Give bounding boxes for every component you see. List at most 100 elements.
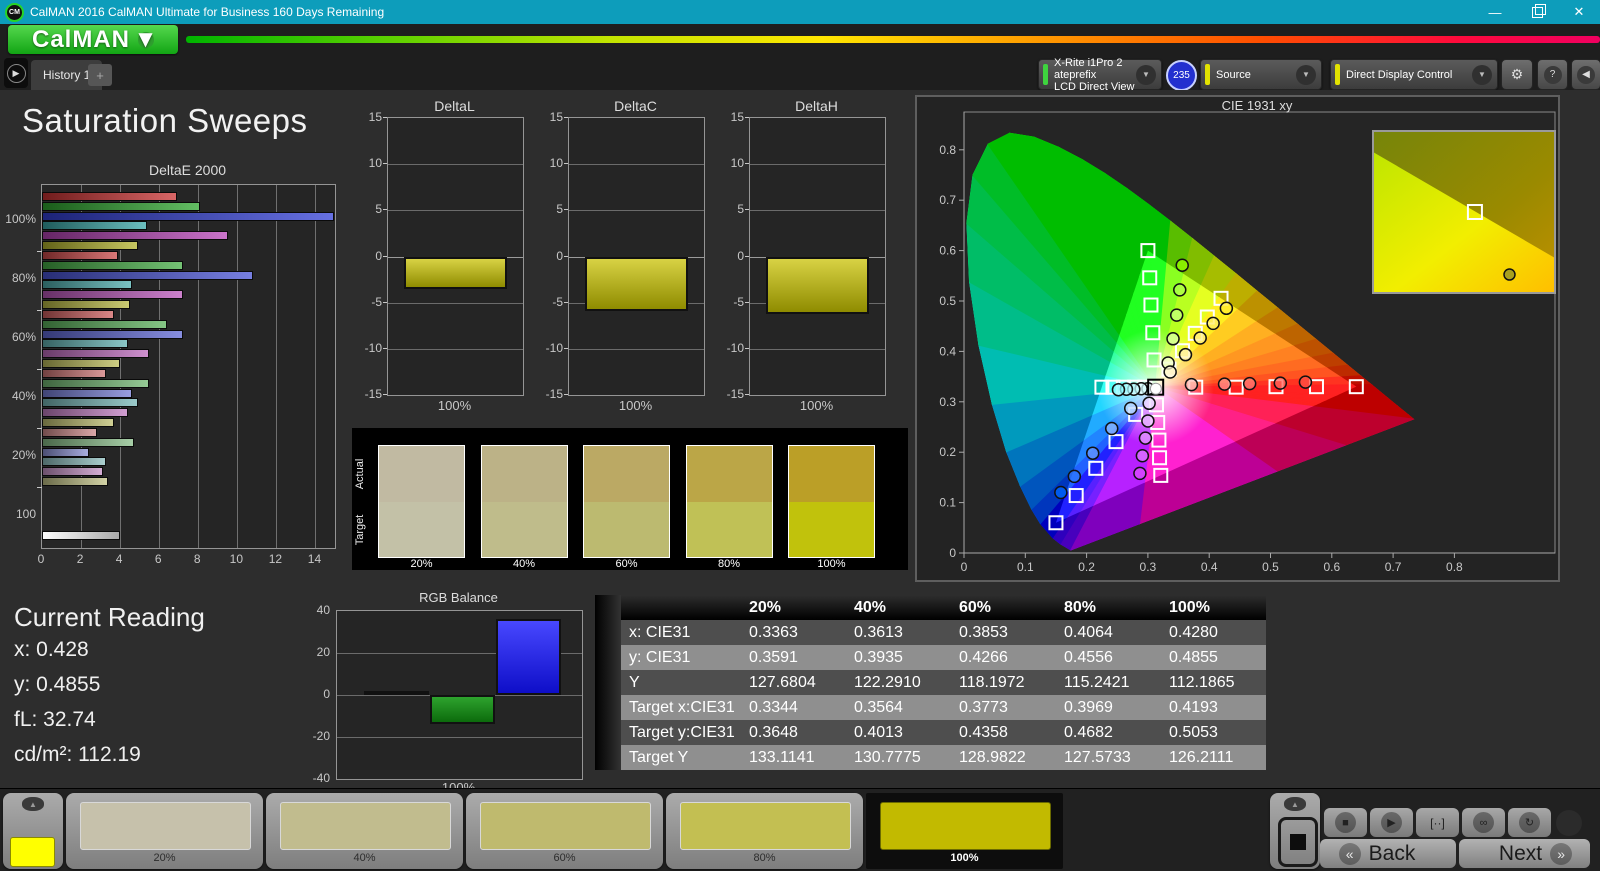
- group-label: 80%: [11, 271, 36, 285]
- group-label: 40%: [11, 389, 36, 403]
- measured-red: [1273, 376, 1288, 390]
- meter-status-bar: [1043, 64, 1048, 85]
- y-tick-label: 10: [549, 156, 563, 171]
- x-tick-label: 14: [307, 552, 322, 566]
- measured-blue: [1104, 421, 1119, 436]
- chart-title: DeltaC: [614, 98, 657, 114]
- patch-actual: [686, 446, 772, 502]
- restore-button[interactable]: [1516, 0, 1558, 24]
- cell-value: 0.4556: [1056, 645, 1161, 670]
- cell-value: 127.6804: [741, 670, 846, 695]
- meter-dropdown[interactable]: X-Rite i1Pro 2 ateprefix LCD Direct View …: [1038, 57, 1162, 93]
- patch-20%: [378, 445, 465, 558]
- axis-tick: [745, 394, 749, 395]
- help-button[interactable]: ?: [1537, 59, 1568, 90]
- measured-magenta: [1141, 414, 1155, 428]
- column-header: 40%: [854, 598, 887, 616]
- row-label: Y: [621, 670, 741, 695]
- patch-button-100%[interactable]: 100%: [866, 793, 1063, 869]
- cell-value: 118.1972: [951, 670, 1056, 695]
- y-tick-label: 15: [368, 110, 382, 124]
- measured-blue: [1067, 469, 1082, 484]
- deltae2000-chart: DeltaE 2000 0 2 4 6 8 10 12 14 100% 80% 60% 40% 20% 10…: [0, 162, 340, 566]
- bar-red-100%: [42, 192, 177, 201]
- calman-menu-button[interactable]: CalMAN ▼: [8, 25, 178, 54]
- patch-button-80%[interactable]: 80%: [666, 793, 863, 869]
- cell-value: 122.2910: [846, 670, 951, 695]
- workflow-nav-button[interactable]: ▶: [4, 58, 28, 88]
- cell-value: 0.3344: [741, 695, 846, 720]
- measured-red: [1242, 376, 1257, 391]
- chevron-down-icon: ▼: [1296, 64, 1316, 85]
- help-icon: ?: [1543, 65, 1562, 84]
- close-button[interactable]: ✕: [1558, 0, 1600, 24]
- y-tick-label: 5: [556, 202, 563, 217]
- bar-blue-80%: [42, 270, 253, 280]
- rgb-plot-area: [336, 610, 583, 780]
- measured-cyan: [1111, 382, 1126, 397]
- table-header-empty: [621, 595, 741, 620]
- display-control-dropdown[interactable]: Direct Display Control ▼: [1330, 59, 1498, 90]
- white-point-measured: [1149, 382, 1162, 395]
- row-accent: [595, 745, 621, 770]
- chevron-down-icon: ▼: [133, 25, 159, 53]
- bar-yellow-80%: [42, 300, 130, 309]
- y-tick-label: -15: [545, 387, 563, 401]
- collapse-panel-button[interactable]: ◀: [1571, 59, 1600, 90]
- x-tick-label: 0.8: [1446, 560, 1463, 574]
- patch-button-60%[interactable]: 60%: [466, 793, 663, 869]
- cell-value: 126.2111: [1161, 745, 1266, 770]
- y-tick-label: 0: [323, 687, 330, 701]
- patch-compare-panel: Actual Target 20% 40% 60% 80% 100%: [352, 428, 908, 570]
- y-tick-label: 20: [316, 645, 330, 659]
- transport-step-button[interactable]: [··]: [1416, 808, 1459, 837]
- axis-tick: [745, 117, 749, 118]
- deltah-chart: DeltaH 15 10 5 0 -5 -10 -15 100%: [719, 98, 889, 428]
- patch-target: [584, 501, 669, 557]
- gridline: [569, 348, 704, 350]
- up-arrow-icon[interactable]: ▲: [1284, 797, 1306, 811]
- chart-title: RGB Balance: [419, 590, 498, 605]
- patch-button-20%[interactable]: 20%: [66, 793, 263, 869]
- x-tick-label: 10: [229, 552, 243, 566]
- x-tick-label: 0.1: [1017, 560, 1034, 574]
- patch-label: 40%: [512, 558, 536, 570]
- transport-refresh-button[interactable]: ↻: [1508, 808, 1551, 837]
- transport-infinite-button[interactable]: ∞: [1462, 808, 1505, 837]
- column-header: 100%: [1169, 598, 1210, 616]
- minimize-button[interactable]: —: [1474, 0, 1516, 24]
- chart-title: DeltaE 2000: [148, 162, 227, 178]
- transport-play-button[interactable]: ▶: [1370, 808, 1413, 837]
- bar-blue-100%: [42, 211, 334, 221]
- up-arrow-icon[interactable]: ▲: [22, 797, 44, 811]
- patch-actual: [584, 446, 669, 502]
- patch-target: [789, 501, 874, 557]
- patch-button-40%[interactable]: 40%: [266, 793, 463, 869]
- add-tab-button[interactable]: +: [88, 64, 112, 86]
- cell-value: 0.3935: [846, 645, 951, 670]
- row-accent: [595, 670, 621, 695]
- transport-stop-button[interactable]: ■: [1324, 808, 1367, 837]
- y-tick-label: 0: [556, 248, 563, 263]
- patch-label: 60%: [615, 558, 638, 570]
- source-dropdown[interactable]: Source ▼: [1200, 59, 1322, 90]
- patch-80%: [685, 445, 773, 558]
- gridline: [569, 164, 704, 166]
- x-tick-label: 12: [268, 552, 283, 566]
- patch-target: [379, 501, 464, 557]
- bar-blue: [496, 619, 561, 695]
- deltac-chart: DeltaC 15 10 5 0 -5 -10 -15 100%: [538, 98, 708, 428]
- settings-button[interactable]: ⚙: [1501, 59, 1533, 90]
- table-row: Target x:CIE31 0.3344 0.3564 0.3773 0.3969 0.…: [595, 695, 1266, 720]
- patch-100%: [788, 445, 875, 558]
- measurement-table: 20% 40% 60% 80% 100% x: CIE31 0.3363 0.3613 0.38…: [595, 595, 1266, 770]
- bar-magenta-80%: [42, 290, 183, 300]
- chart-title: DeltaH: [795, 98, 838, 114]
- window-title: CalMAN 2016 CalMAN Ultimate for Business…: [30, 5, 385, 19]
- back-button[interactable]: « Back: [1320, 839, 1456, 868]
- meter-profile-badge[interactable]: 235: [1166, 60, 1197, 91]
- stop-pattern-button[interactable]: [1278, 817, 1318, 867]
- measured-yellow: [1206, 316, 1220, 331]
- next-button[interactable]: Next »: [1459, 839, 1590, 868]
- cie-svg: CIE 1931 xy 0 0.1 0.2 0.3 0.4 0.5 0.6 0.7 0.8 0 0.1…: [939, 98, 1556, 574]
